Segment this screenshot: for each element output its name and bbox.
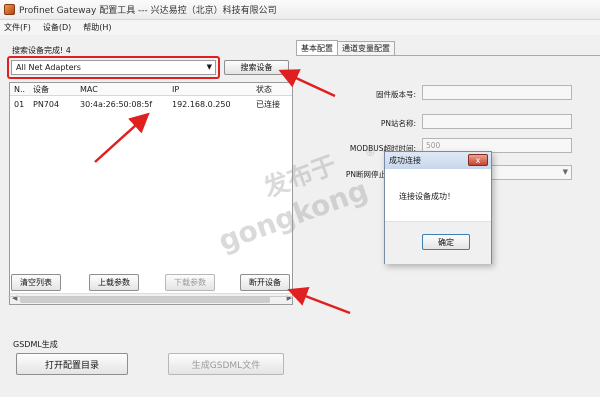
firmware-field[interactable] xyxy=(422,85,572,100)
highlight-box xyxy=(7,56,220,79)
clear-list-button[interactable]: 清空列表 xyxy=(11,274,61,291)
tab-basic-config[interactable]: 基本配置 xyxy=(296,40,338,55)
window-title: Profinet Gateway 配置工具 --- 兴达易控（北京）科技有限公司 xyxy=(19,6,277,16)
firmware-label: 固件版本号: xyxy=(375,90,416,99)
menu-bar: 文件(F) 设备(D) 帮助(H) xyxy=(0,20,600,35)
table-row[interactable]: 01 PN704 30:4a:26:50:08:5f 192.168.0.250… xyxy=(10,98,292,111)
divider xyxy=(8,296,294,297)
device-panel: 搜索设备完成! 4 All Net Adapters ▼ 搜索设备 N.. 设备… xyxy=(4,38,296,394)
col-header-ip[interactable]: IP xyxy=(172,85,252,94)
dialog-title: 成功连接 xyxy=(389,156,421,165)
scroll-thumb[interactable] xyxy=(20,296,270,303)
title-bar: Profinet Gateway 配置工具 --- 兴达易控（北京）科技有限公司 xyxy=(0,0,600,20)
dialog-message: 连接设备成功！ xyxy=(399,192,455,201)
success-dialog: 成功连接 x 连接设备成功！ 确定 xyxy=(384,151,492,264)
tab-divider xyxy=(296,55,600,56)
gsdml-section-title: GSDML生成 xyxy=(13,340,58,349)
pn-name-field[interactable] xyxy=(422,114,572,129)
menu-device[interactable]: 设备(D) xyxy=(43,22,71,33)
search-status: 搜索设备完成! 4 xyxy=(12,46,71,55)
col-header-status[interactable]: 状态 xyxy=(256,84,292,95)
horizontal-scrollbar[interactable]: ◀ ▶ xyxy=(10,293,292,304)
pn-name-label: PN站名称: xyxy=(380,119,416,128)
tab-bar: 基本配置 通道变量配置 xyxy=(296,40,395,55)
cell-no: 01 xyxy=(14,100,25,109)
cell-status: 已连接 xyxy=(256,100,280,109)
close-icon[interactable]: x xyxy=(468,154,488,166)
cell-ip: 192.168.0.250 xyxy=(172,100,231,109)
col-header-no[interactable]: N.. xyxy=(14,85,30,94)
menu-help[interactable]: 帮助(H) xyxy=(83,22,111,33)
generate-gsdml-button[interactable]: 生成GSDML文件 xyxy=(168,353,284,375)
disconnect-device-button[interactable]: 断开设备 xyxy=(240,274,290,291)
menu-file[interactable]: 文件(F) xyxy=(4,22,31,33)
app-icon xyxy=(4,4,15,15)
download-params-button[interactable]: 下载参数 xyxy=(165,274,215,291)
device-table: N.. 设备 MAC IP 状态 01 PN704 30:4a:26:50:08… xyxy=(9,82,293,305)
open-config-dir-button[interactable]: 打开配置目录 xyxy=(16,353,128,375)
col-header-device[interactable]: 设备 xyxy=(33,84,78,95)
cell-device: PN704 xyxy=(33,100,60,109)
chevron-down-icon: ▼ xyxy=(562,168,568,176)
tab-channel-config[interactable]: 通道变量配置 xyxy=(337,41,395,55)
search-device-button[interactable]: 搜索设备 xyxy=(224,60,289,75)
ok-button[interactable]: 确定 xyxy=(422,234,470,250)
table-header: N.. 设备 MAC IP 状态 xyxy=(10,83,292,96)
col-header-mac[interactable]: MAC xyxy=(80,85,168,94)
dialog-footer: 确定 xyxy=(385,221,491,264)
cell-mac: 30:4a:26:50:08:5f xyxy=(80,100,153,109)
upload-params-button[interactable]: 上载参数 xyxy=(89,274,139,291)
modbus-timeout-value: 500 xyxy=(426,141,441,150)
